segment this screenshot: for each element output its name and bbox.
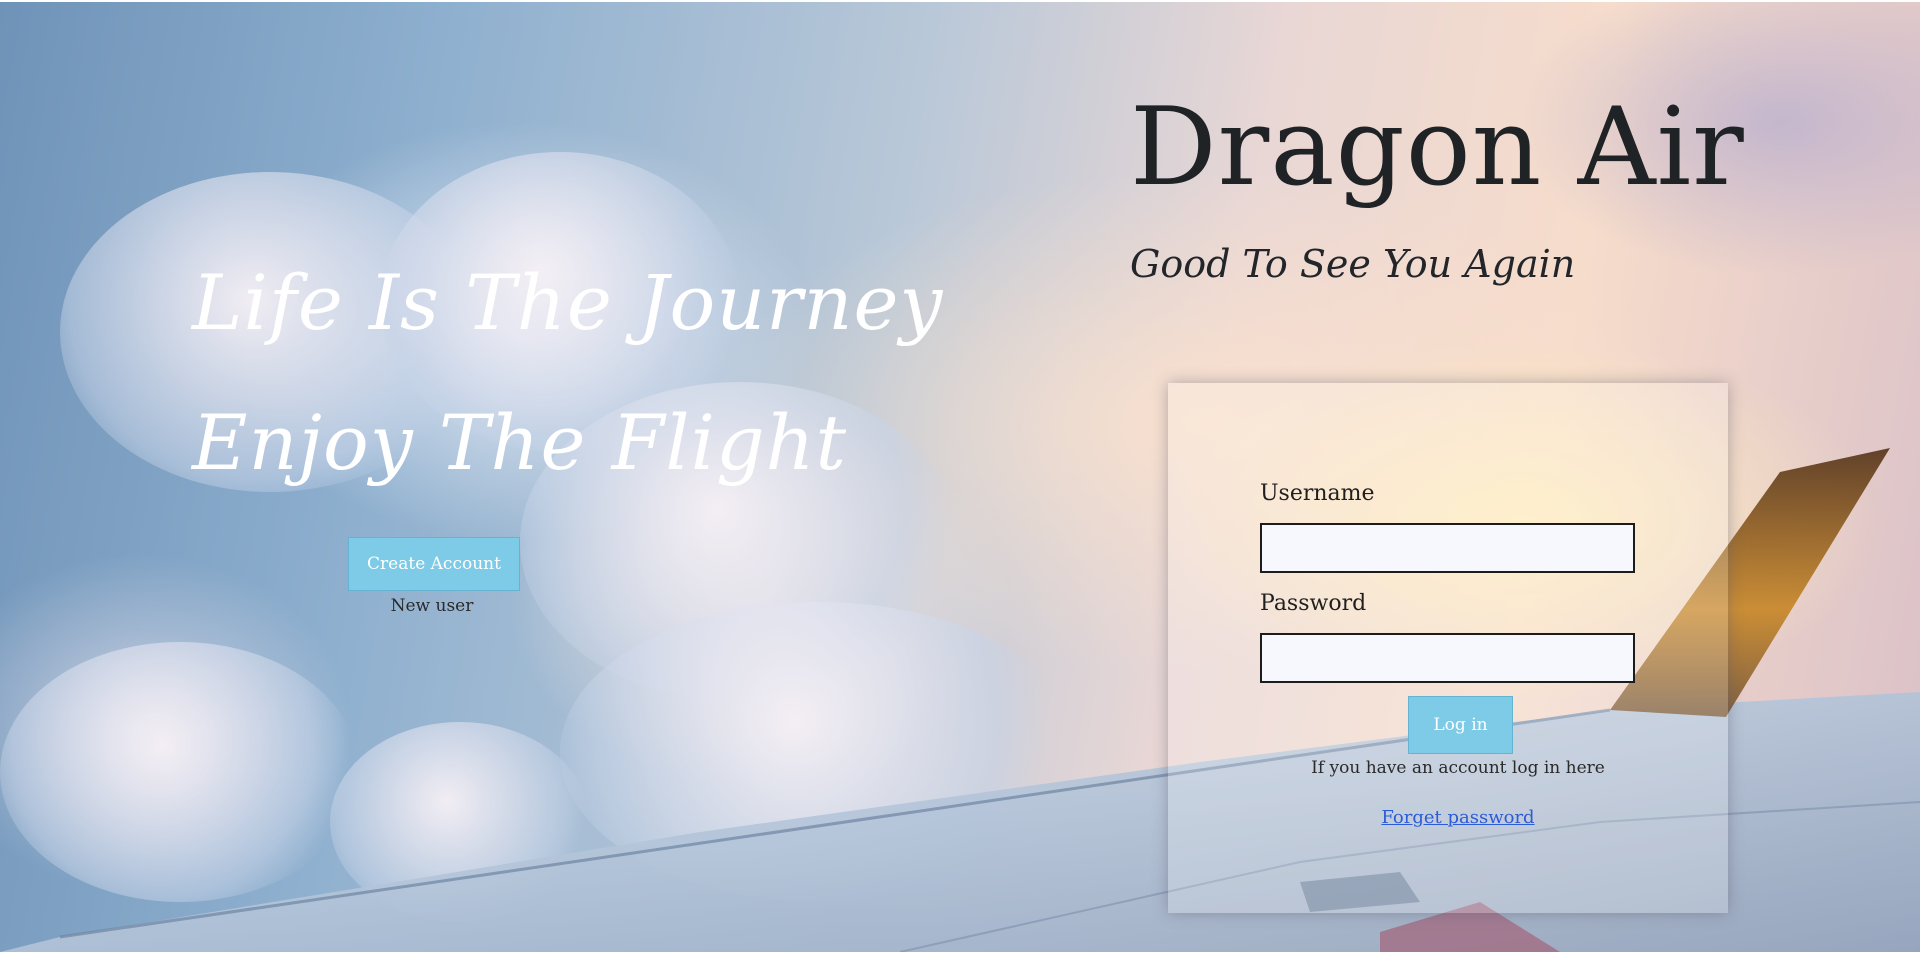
brand-title: Dragon Air — [1130, 85, 1745, 210]
hero-tagline-journey: Life Is The Journey — [192, 258, 944, 347]
new-user-caption: New user — [390, 596, 474, 616]
login-card: Username Password Log in If you have an … — [1168, 383, 1728, 913]
username-label: Username — [1260, 481, 1375, 506]
create-account-button[interactable]: Create Account — [348, 537, 520, 591]
login-page: Dragon Air Good To See You Again Life Is… — [0, 0, 1920, 954]
forgot-password-link[interactable]: Forget password — [1268, 807, 1648, 828]
login-button[interactable]: Log in — [1408, 696, 1513, 754]
hero-tagline-flight: Enjoy The Flight — [192, 398, 848, 487]
username-input[interactable] — [1260, 523, 1635, 573]
greeting-subtitle: Good To See You Again — [1130, 242, 1576, 286]
login-hint-text: If you have an account log in here — [1311, 758, 1605, 778]
password-input[interactable] — [1260, 633, 1635, 683]
password-label: Password — [1260, 591, 1367, 616]
